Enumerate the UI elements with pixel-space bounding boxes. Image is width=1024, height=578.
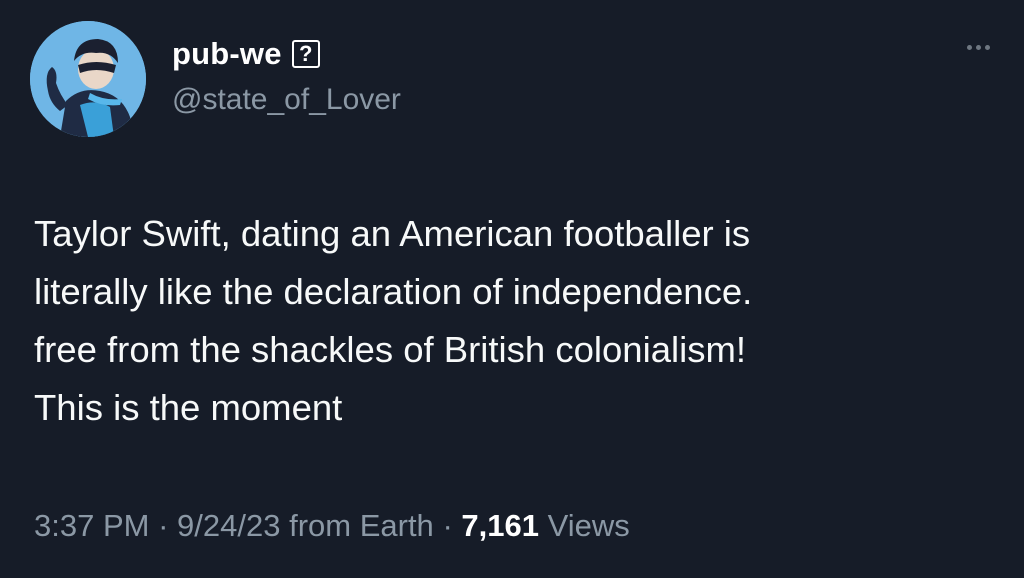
avatar[interactable]: [30, 21, 146, 137]
tweet-text-line: literally like the declaration of indepe…: [34, 271, 753, 312]
tweet-text: Taylor Swift, dating an American footbal…: [34, 205, 994, 437]
tweet-text-line: Taylor Swift, dating an American footbal…: [34, 213, 751, 254]
meta-separator: ·: [442, 508, 453, 543]
tweet-text-line: This is the moment: [34, 387, 343, 428]
user-handle[interactable]: @state_of_Lover: [172, 83, 401, 117]
display-name[interactable]: pub-we: [172, 36, 282, 72]
tweet-meta: 3:37 PM · 9/24/23 from Earth · 7,161 Vie…: [34, 508, 630, 544]
tweet-time[interactable]: 3:37 PM: [34, 508, 149, 543]
more-dot: [985, 45, 990, 50]
views-count[interactable]: 7,161: [461, 508, 539, 543]
more-dot: [967, 45, 972, 50]
question-badge-icon: ?: [291, 40, 320, 68]
author-name-row: pub-we ?: [172, 36, 320, 72]
tweet-card: pub-we ? @state_of_Lover Taylor Swift, d…: [0, 0, 1024, 578]
tweet-text-line: free from the shackles of British coloni…: [34, 329, 747, 370]
tweet-source: from Earth: [289, 508, 434, 543]
more-dot: [976, 45, 981, 50]
tweet-date[interactable]: 9/24/23: [177, 508, 280, 543]
views-label: Views: [547, 508, 630, 543]
avatar-image: [30, 21, 146, 137]
more-horizontal-icon[interactable]: [967, 45, 990, 50]
meta-separator: ·: [158, 508, 169, 543]
